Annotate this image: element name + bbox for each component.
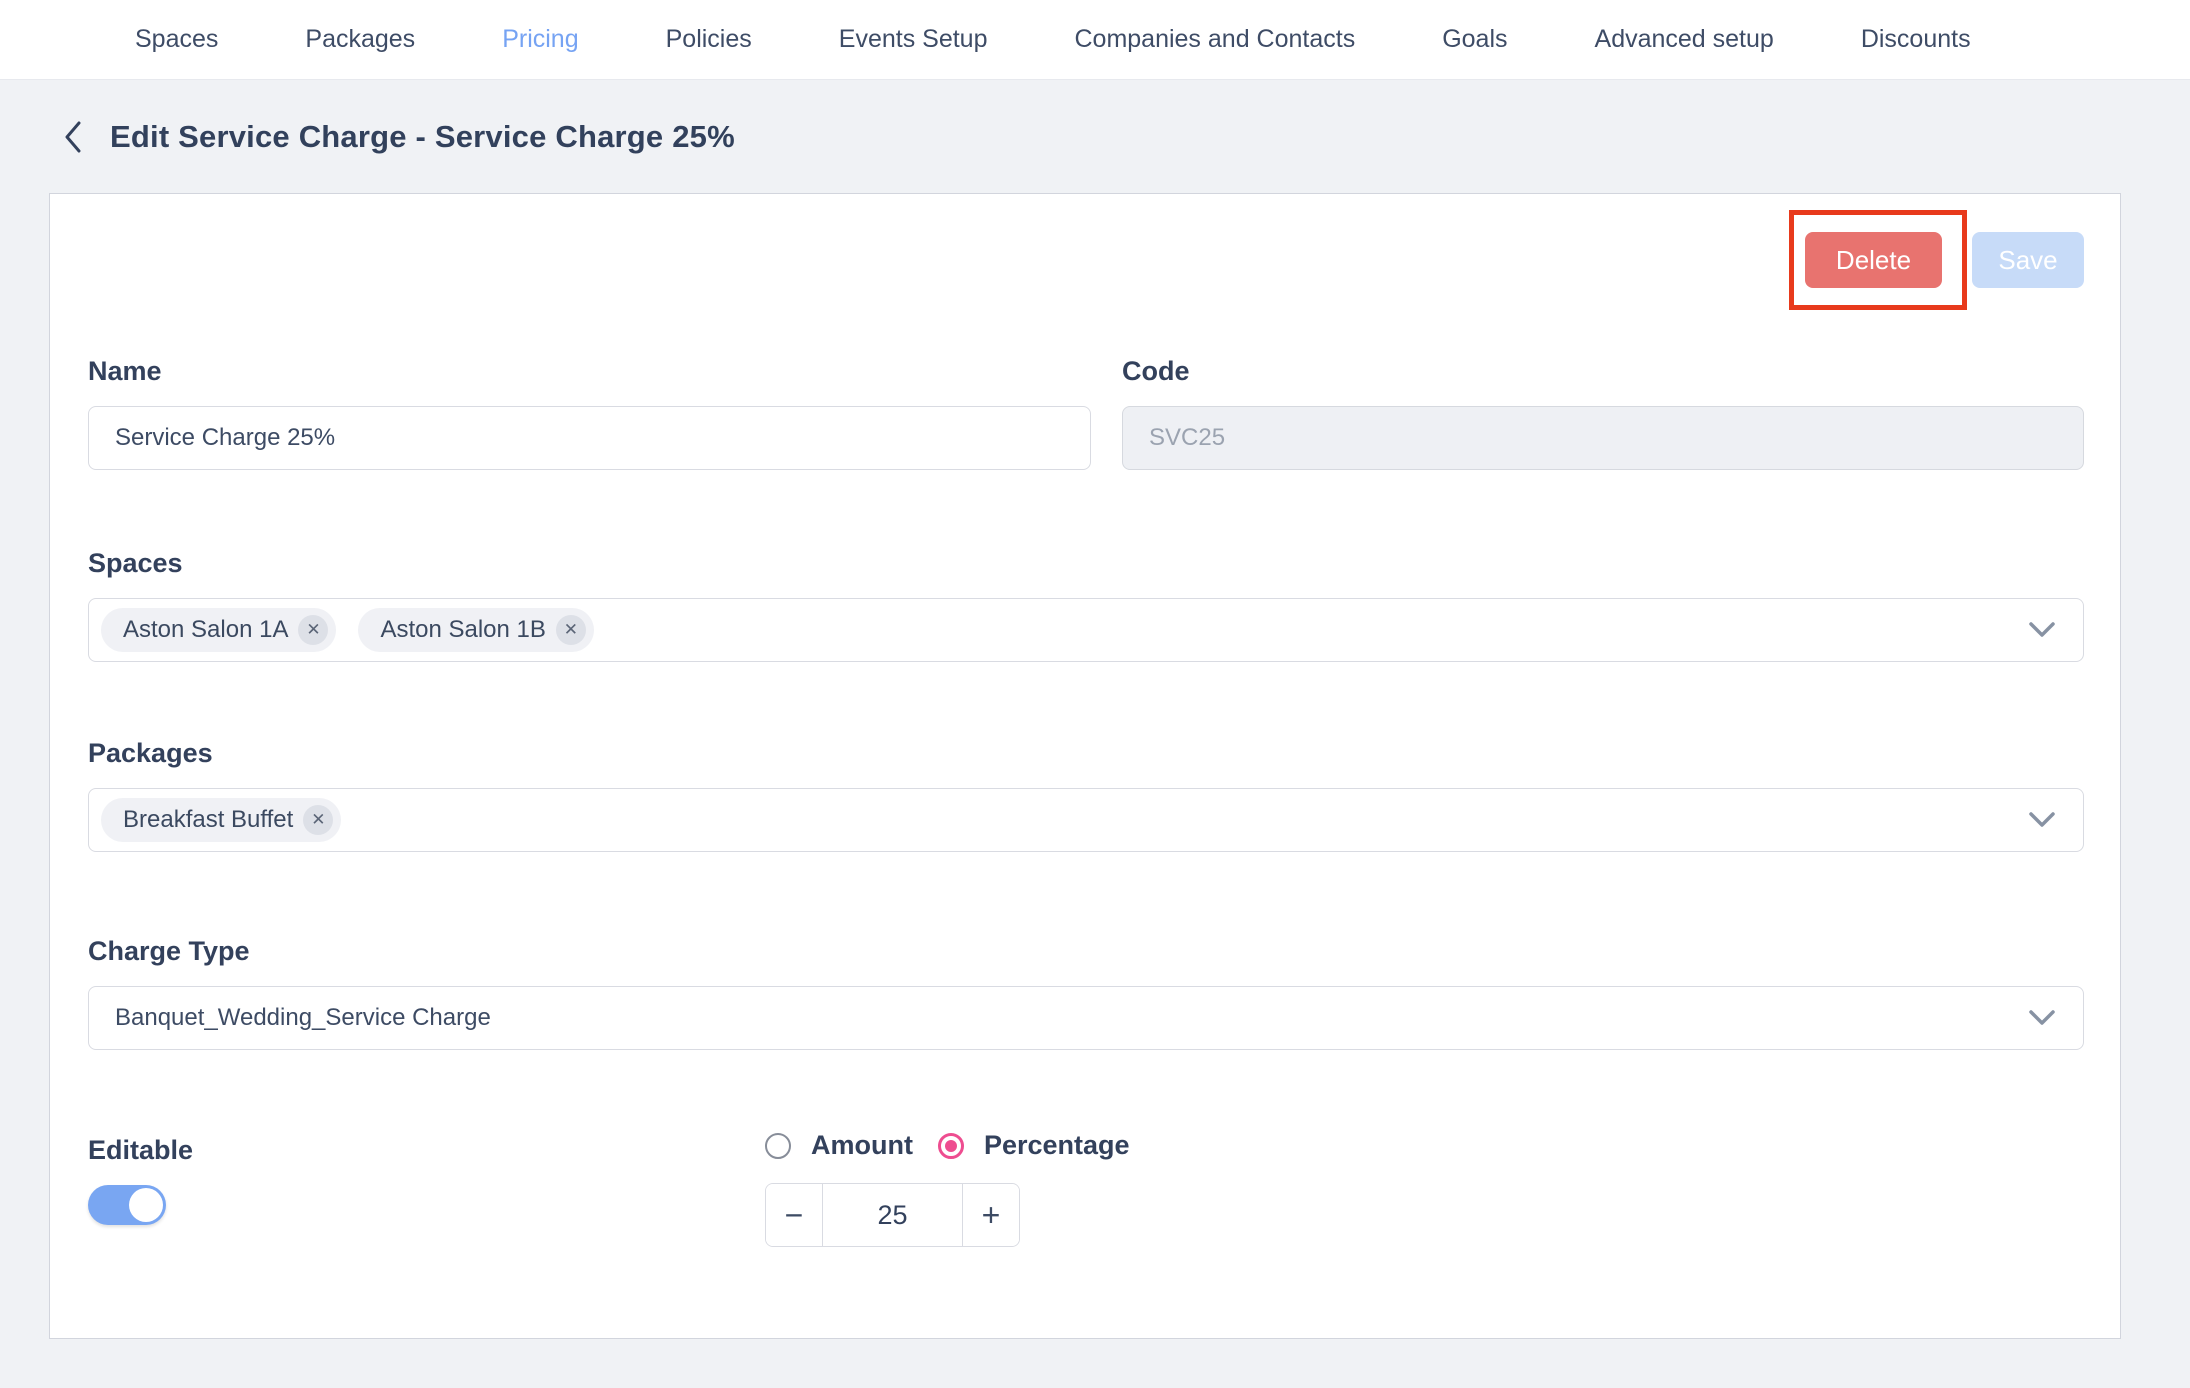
spaces-chip: Aston Salon 1A ✕ — [101, 608, 336, 652]
remove-chip-icon[interactable]: ✕ — [303, 805, 333, 835]
editable-toggle[interactable] — [88, 1185, 166, 1225]
stepper-decrement-button[interactable]: − — [766, 1184, 823, 1246]
spaces-label: Spaces — [88, 548, 2084, 579]
chip-label: Aston Salon 1A — [123, 616, 288, 644]
name-label: Name — [88, 356, 1091, 387]
editable-amount-row: Editable Amount Percentage − 25 + — [88, 1135, 2084, 1247]
name-code-row: Name Service Charge 25% Code SVC25 — [88, 356, 2084, 470]
chevron-down-icon[interactable] — [2029, 812, 2055, 828]
packages-chip: Breakfast Buffet ✕ — [101, 798, 341, 842]
editable-label: Editable — [88, 1135, 765, 1166]
remove-chip-icon[interactable]: ✕ — [556, 615, 586, 645]
code-label: Code — [1122, 356, 2084, 387]
remove-chip-icon[interactable]: ✕ — [298, 615, 328, 645]
nav-item-pricing[interactable]: Pricing — [502, 25, 578, 54]
nav-item-discounts[interactable]: Discounts — [1861, 25, 1971, 54]
charge-mode-radio-group: Amount Percentage — [765, 1130, 1130, 1161]
actions-row: Delete Save — [88, 210, 2084, 310]
toggle-knob — [129, 1188, 163, 1222]
percentage-radio[interactable] — [938, 1133, 964, 1159]
chevron-left-icon — [62, 119, 84, 155]
chevron-down-icon[interactable] — [2029, 622, 2055, 638]
nav-item-events-setup[interactable]: Events Setup — [839, 25, 988, 54]
charge-type-section: Charge Type Banquet_Wedding_Service Char… — [88, 936, 2084, 1050]
edit-service-charge-card: Delete Save Name Service Charge 25% Code… — [49, 193, 2121, 1339]
name-input[interactable]: Service Charge 25% — [88, 406, 1091, 470]
delete-annotation-highlight: Delete — [1789, 210, 1967, 310]
packages-label: Packages — [88, 738, 2084, 769]
stepper-value[interactable]: 25 — [823, 1184, 962, 1246]
code-input: SVC25 — [1122, 406, 2084, 470]
spaces-chip: Aston Salon 1B ✕ — [358, 608, 593, 652]
chip-label: Aston Salon 1B — [380, 616, 545, 644]
save-button[interactable]: Save — [1972, 232, 2084, 288]
charge-type-label: Charge Type — [88, 936, 2084, 967]
spaces-section: Spaces Aston Salon 1A ✕ Aston Salon 1B ✕ — [88, 548, 2084, 662]
packages-section: Packages Breakfast Buffet ✕ — [88, 738, 2084, 852]
page-title: Edit Service Charge - Service Charge 25% — [110, 119, 735, 155]
nav-item-advanced-setup[interactable]: Advanced setup — [1595, 25, 1774, 54]
packages-multiselect[interactable]: Breakfast Buffet ✕ — [88, 788, 2084, 852]
delete-button[interactable]: Delete — [1805, 232, 1942, 288]
amount-radio[interactable] — [765, 1133, 791, 1159]
nav-item-policies[interactable]: Policies — [666, 25, 752, 54]
top-nav: Spaces Packages Pricing Policies Events … — [0, 0, 2190, 80]
nav-item-packages[interactable]: Packages — [305, 25, 415, 54]
percentage-stepper: − 25 + — [765, 1183, 1020, 1247]
percentage-radio-label[interactable]: Percentage — [984, 1130, 1130, 1161]
charge-type-value: Banquet_Wedding_Service Charge — [115, 1004, 491, 1032]
stepper-increment-button[interactable]: + — [962, 1184, 1019, 1246]
back-button[interactable] — [62, 119, 84, 155]
nav-item-spaces[interactable]: Spaces — [135, 25, 218, 54]
chevron-down-icon[interactable] — [2029, 1010, 2055, 1026]
charge-type-select[interactable]: Banquet_Wedding_Service Charge — [88, 986, 2084, 1050]
chip-label: Breakfast Buffet — [123, 806, 293, 834]
spaces-multiselect[interactable]: Aston Salon 1A ✕ Aston Salon 1B ✕ — [88, 598, 2084, 662]
nav-item-goals[interactable]: Goals — [1442, 25, 1507, 54]
page-header: Edit Service Charge - Service Charge 25% — [0, 80, 2190, 193]
nav-item-companies-contacts[interactable]: Companies and Contacts — [1074, 25, 1355, 54]
amount-radio-label[interactable]: Amount — [811, 1130, 913, 1161]
